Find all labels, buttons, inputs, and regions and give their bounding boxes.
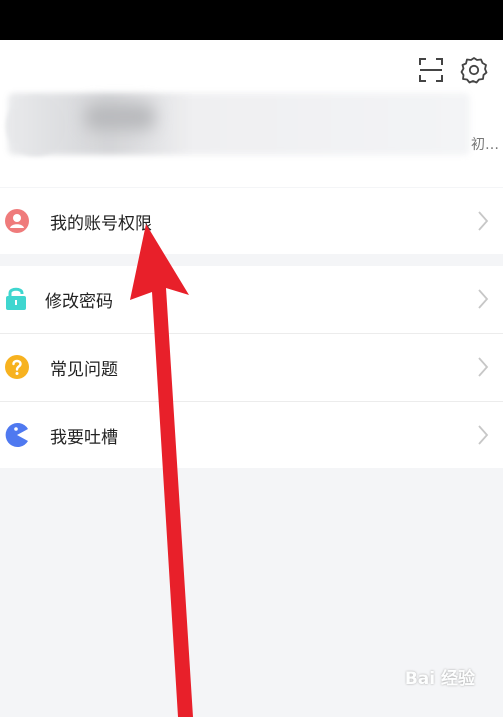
profile-name-tail: 初… [471, 137, 499, 153]
question-icon [5, 355, 29, 379]
menu-item-account-permissions[interactable]: 我的账号权限 [0, 188, 503, 254]
lock-icon [6, 287, 26, 310]
menu-section-settings: 修改密码 常见问题 我要吐槽 [0, 266, 503, 468]
menu-section-account: 我的账号权限 [0, 188, 503, 254]
scan-icon[interactable] [417, 56, 445, 84]
menu-item-label: 修改密码 [45, 292, 113, 312]
menu-item-label: 我的账号权限 [50, 214, 152, 234]
gear-icon[interactable] [460, 56, 488, 84]
menu-item-label: 我要吐槽 [50, 428, 118, 448]
profile-name-blurred [85, 104, 155, 130]
chevron-right-icon [478, 425, 489, 445]
menu-item-faq[interactable]: 常见问题 [0, 334, 503, 400]
menu-item-label: 常见问题 [50, 360, 118, 380]
profile-info-blurred [8, 93, 470, 155]
watermark-text: Bai 经验 [404, 669, 475, 689]
chevron-right-icon [478, 289, 489, 309]
chevron-right-icon [478, 357, 489, 377]
menu-item-change-password[interactable]: 修改密码 [0, 266, 503, 332]
menu-item-feedback[interactable]: 我要吐槽 [0, 402, 503, 468]
chevron-right-icon [478, 211, 489, 231]
pacman-icon [5, 423, 28, 447]
user-icon [5, 209, 29, 233]
status-bar [0, 0, 503, 40]
